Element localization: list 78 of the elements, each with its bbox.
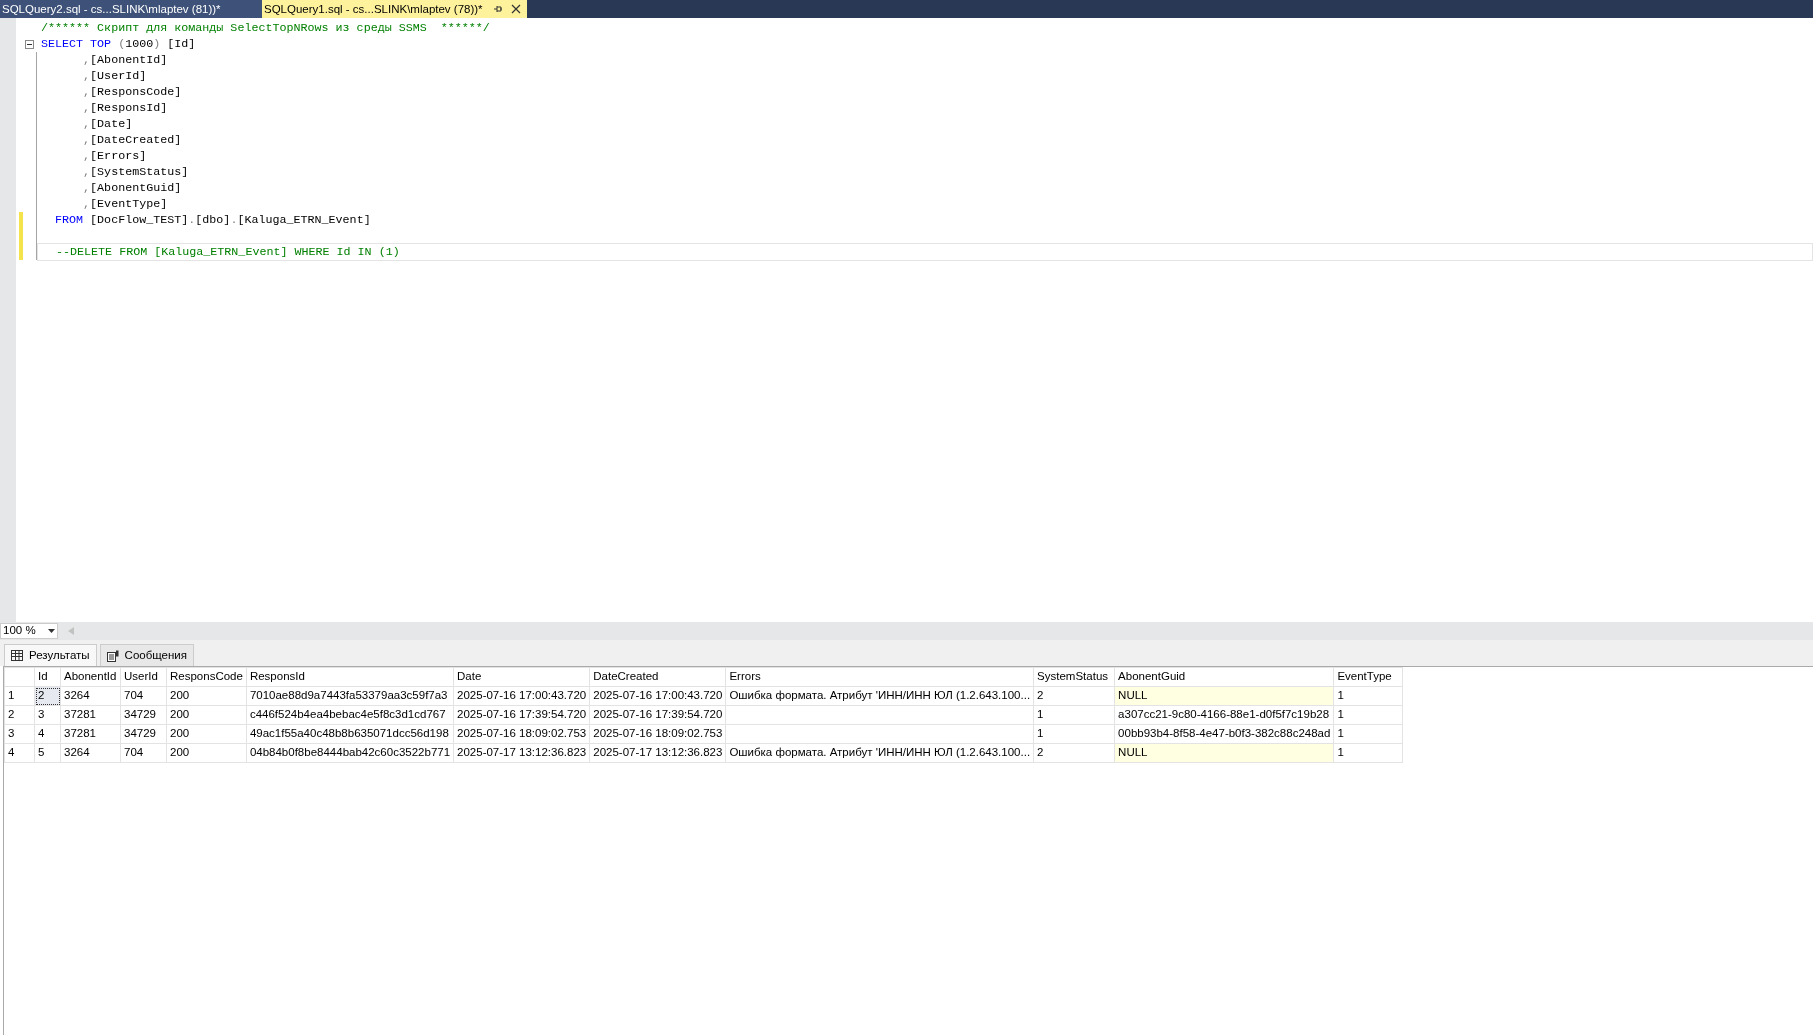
table-cell: Ошибка формата. Атрибут 'ИНН/ИНН ЮЛ (1.2.643.100... [725, 686, 1034, 706]
table-cell: 1 [1033, 705, 1115, 725]
row-number[interactable]: 1 [4, 686, 35, 706]
table-cell: 49ac1f55a40c48b8b635071dcc56d198 [246, 724, 454, 744]
table-cell: 37281 [60, 705, 121, 725]
table-cell: 3 [34, 705, 61, 725]
code-line: SELECT TOP (1000) [Id] [40, 36, 197, 52]
table-cell: 704 [120, 743, 167, 763]
table-cell: 2025-07-17 13:12:36.823 [589, 743, 726, 763]
column-header[interactable]: AbonentId [60, 667, 121, 687]
row-number[interactable]: 3 [4, 724, 35, 744]
table-cell: 1 [1333, 686, 1403, 706]
column-header[interactable]: Date [453, 667, 590, 687]
table-cell: 2025-07-16 17:00:43.720 [589, 686, 726, 706]
document-icon [106, 649, 119, 662]
table-cell: 200 [166, 705, 247, 725]
grid-icon [11, 650, 23, 661]
column-header[interactable]: Errors [725, 667, 1034, 687]
code-line: FROM [DocFlow_TEST].[dbo].[Kaluga_ETRN_Event] [54, 212, 372, 228]
table-cell: 1 [1033, 724, 1115, 744]
table-cell: 2025-07-16 18:09:02.753 [453, 724, 590, 744]
code-line: ,[ResponsCode] [82, 84, 183, 100]
row-number[interactable]: 4 [4, 743, 35, 763]
pin-icon[interactable] [492, 4, 503, 14]
table-cell: 2025-07-16 18:09:02.753 [589, 724, 726, 744]
table-cell: 704 [120, 686, 167, 706]
table-cell: 2 [1033, 743, 1115, 763]
table-cell: 200 [166, 724, 247, 744]
column-header[interactable]: DateCreated [589, 667, 726, 687]
table-cell: 2025-07-16 17:00:43.720 [453, 686, 590, 706]
table-cell: 34729 [120, 724, 167, 744]
caret-icon [48, 629, 55, 633]
code-line: ,[DateCreated] [82, 132, 183, 148]
code-line: ,[Errors] [82, 148, 148, 164]
table-cell: 2025-07-16 17:39:54.720 [589, 705, 726, 725]
code-line: ,[AbonentId] [82, 52, 169, 68]
table-cell: 3264 [60, 743, 121, 763]
table-cell: 1 [1333, 705, 1403, 725]
table-cell: 1 [1333, 724, 1403, 744]
table-cell: 1 [1333, 743, 1403, 763]
results-tab[interactable]: Сообщения [99, 644, 194, 666]
column-header[interactable]: ResponsId [246, 667, 454, 687]
code-line: /****** Скрипт для команды SelectTopNRows из среды SSMS ******/ [40, 20, 491, 36]
row-number[interactable]: 2 [4, 705, 35, 725]
table-cell: 3264 [60, 686, 121, 706]
column-header[interactable]: AbonentGuid [1114, 667, 1334, 687]
results-tab[interactable]: Результаты [4, 644, 97, 666]
code-line: ,[Date] [82, 116, 134, 132]
table-cell: 2025-07-17 13:12:36.823 [453, 743, 590, 763]
table-cell: 200 [166, 686, 247, 706]
column-header[interactable]: SystemStatus [1033, 667, 1115, 687]
column-header[interactable]: ResponsCode [166, 667, 247, 687]
column-header[interactable]: Id [34, 667, 61, 687]
column-header[interactable]: UserId [120, 667, 167, 687]
code-line: ,[SystemStatus] [82, 164, 190, 180]
table-cell: 34729 [120, 705, 167, 725]
close-icon[interactable] [510, 4, 521, 14]
table-cell: 00bb93b4-8f58-4e47-b0f3-382c88c248ad [1114, 724, 1334, 744]
table-cell: c446f524b4ea4bebac4e5f8c3d1cd767 [246, 705, 454, 725]
table-cell: 200 [166, 743, 247, 763]
table-cell: 5 [34, 743, 61, 763]
zoom-dropdown[interactable]: 100 % [0, 623, 58, 639]
code-line: ,[AbonentGuid] [82, 180, 183, 196]
table-cell: a307cc21-9c80-4166-88e1-d0f5f7c19b28 [1114, 705, 1334, 725]
table-cell: Ошибка формата. Атрибут 'ИНН/ИНН ЮЛ (1.2.643.100... [725, 743, 1034, 763]
code-line: ,[ResponsId] [82, 100, 169, 116]
table-cell: 4 [34, 724, 61, 744]
code-line: ,[EventType] [82, 196, 169, 212]
table-cell: 2025-07-16 17:39:54.720 [453, 705, 590, 725]
document-tab[interactable]: SQLQuery1.sql - cs...SLINK\mlaptev (78))* [262, 0, 527, 18]
document-tab[interactable]: SQLQuery2.sql - cs...SLINK\mlaptev (81))* [0, 0, 262, 18]
collapse-icon[interactable] [25, 39, 34, 49]
table-cell: 37281 [60, 724, 121, 744]
column-header[interactable]: EventType [1333, 667, 1403, 687]
table-cell: 2 [1033, 686, 1115, 706]
table-cell: 7010ae88d9a7443fa53379aa3c59f7a3 [246, 686, 454, 706]
table-cell: 04b84b0f8be8444bab42c60c3522b771 [246, 743, 454, 763]
code-line: ,[UserId] [82, 68, 148, 84]
